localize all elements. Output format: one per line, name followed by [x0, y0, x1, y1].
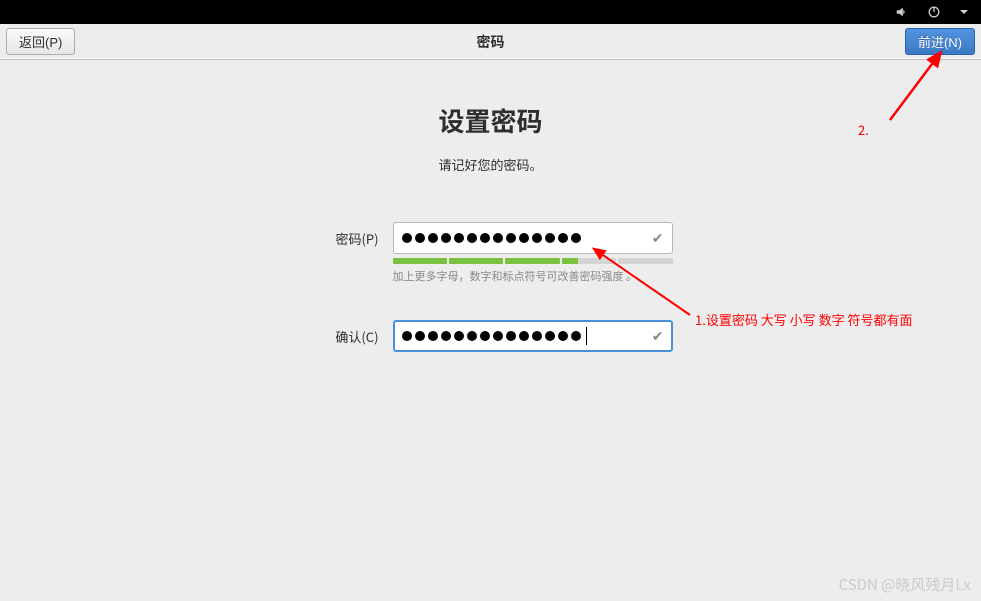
heading: 设置密码: [438, 102, 542, 139]
password-label: 密码(P): [309, 229, 379, 248]
confirm-row: 确认(C) ✔: [309, 320, 673, 352]
gnome-top-panel: [0, 0, 981, 24]
confirm-dots: [402, 327, 652, 345]
dropdown-icon[interactable]: [959, 7, 969, 17]
strength-hint: 加上更多字母，数字和标点符号可改善密码强度 。: [393, 268, 673, 284]
password-row: 密码(P) ✔: [309, 222, 673, 254]
page-title: 密码: [477, 32, 505, 52]
check-icon: ✔: [652, 228, 664, 248]
strength-meter: [393, 258, 673, 264]
strength-seg: [562, 258, 616, 264]
strength-seg: [449, 258, 503, 264]
header-toolbar: 返回(P) 密码 前进(N): [0, 24, 981, 60]
strength-seg: [393, 258, 447, 264]
text-cursor: [586, 327, 587, 345]
forward-button[interactable]: 前进(N): [905, 28, 975, 55]
password-input[interactable]: ✔: [393, 222, 673, 254]
password-dots: [402, 233, 652, 243]
watermark: CSDN @晓风残月Lx: [839, 574, 971, 595]
content-area: 设置密码 请记好您的密码。 密码(P) ✔ 加上更多字母，数字和标点符号可改善密…: [0, 60, 981, 356]
speaker-icon[interactable]: [895, 5, 909, 19]
confirm-input[interactable]: ✔: [393, 320, 673, 352]
subheading: 请记好您的密码。: [438, 155, 542, 174]
strength-seg: [505, 258, 559, 264]
confirm-label: 确认(C): [309, 327, 379, 346]
back-button[interactable]: 返回(P): [6, 28, 75, 55]
power-icon[interactable]: [927, 5, 941, 19]
check-icon: ✔: [652, 326, 664, 346]
strength-seg: [618, 258, 672, 264]
